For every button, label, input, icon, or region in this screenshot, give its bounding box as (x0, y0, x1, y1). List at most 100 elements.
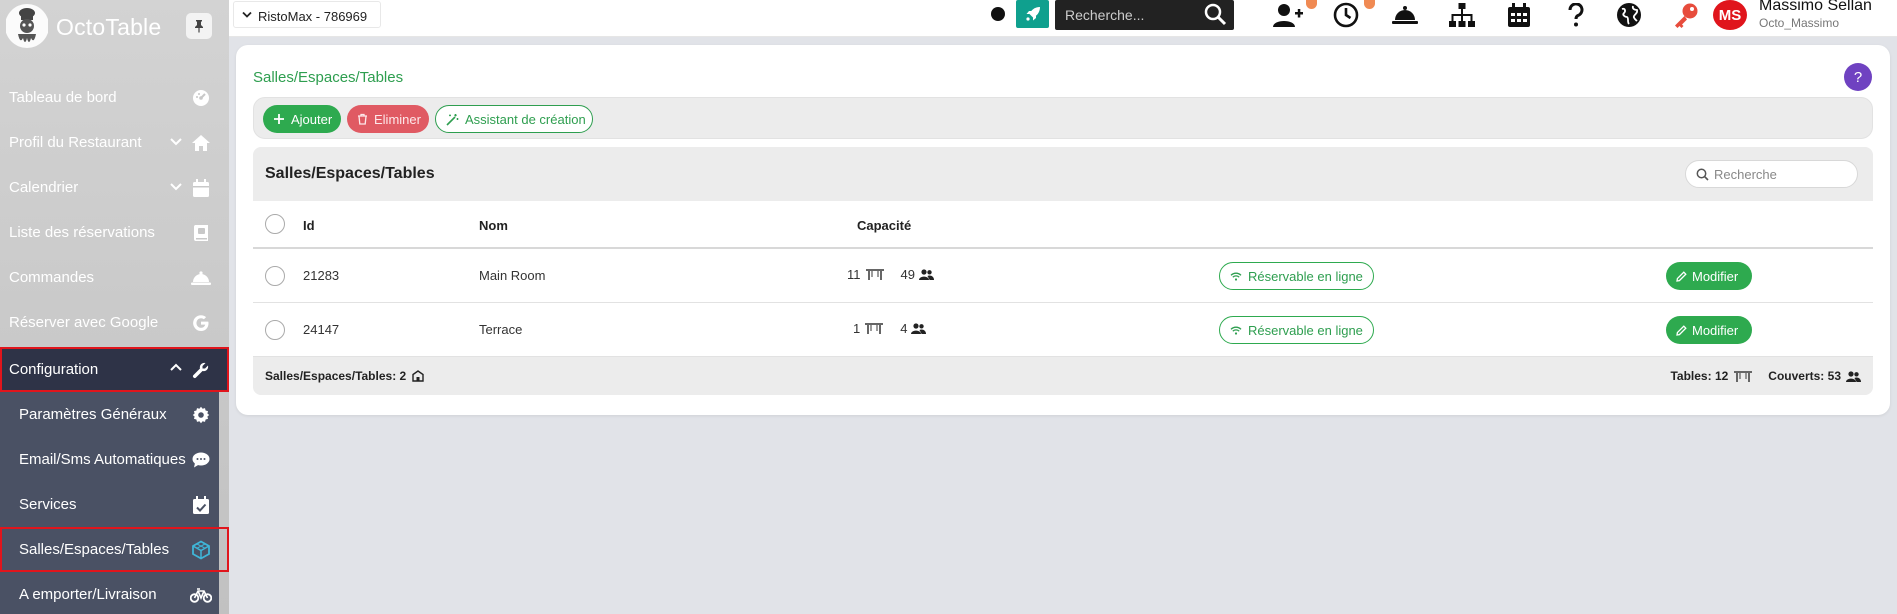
sidebar-item-google[interactable]: Réserver avec Google (0, 300, 229, 345)
sidebar-item-label: Tableau de bord (9, 89, 117, 106)
configuration-submenu: Paramètres Généraux Email/Sms Automatiqu… (0, 392, 229, 614)
restaurant-name: RistoMax - 786969 (258, 9, 368, 24)
sidebar-item-restaurant-profile[interactable]: Profil du Restaurant (0, 120, 229, 165)
sidebar-item-reservations[interactable]: Liste des réservations (0, 210, 229, 255)
cloche-icon (190, 267, 212, 289)
chevron-down-icon (242, 11, 252, 19)
sidebar-subitem-general-settings[interactable]: Paramètres Généraux (0, 392, 229, 437)
cube-icon (190, 539, 212, 561)
main-card: Salles/Espaces/Tables ? Ajouter Eliminer… (236, 45, 1890, 415)
sitemap-icon[interactable] (1446, 1, 1478, 29)
sidebar-subitem-rooms-tables[interactable]: Salles/Espaces/Tables (0, 527, 229, 572)
row-select-radio[interactable] (265, 320, 285, 340)
help-button[interactable]: ? (1844, 63, 1872, 91)
notification-badge (1306, 0, 1317, 9)
column-header-name[interactable]: Nom (479, 218, 508, 233)
edit-button[interactable]: Modifier (1666, 262, 1752, 290)
sidebar-item-calendar[interactable]: Calendrier (0, 165, 229, 210)
tables-count: 11 (847, 267, 861, 282)
row-name: Terrace (479, 322, 523, 337)
table-header: Id Nom Capacité (253, 201, 1873, 249)
sidebar-subitem-takeaway-delivery[interactable]: A emporter/Livraison (0, 572, 229, 614)
wifi-icon (1230, 272, 1242, 281)
add-button[interactable]: Ajouter (263, 105, 341, 133)
table-search-box (1685, 160, 1858, 188)
row-capacity: 11 49 (847, 267, 934, 282)
sidebar-item-label: Calendrier (9, 179, 79, 196)
tables-count: 1 (853, 321, 861, 336)
dashboard-gauge-icon (190, 87, 212, 109)
rocket-icon (1025, 6, 1041, 22)
rocket-button[interactable] (1016, 0, 1049, 28)
top-search-box (1055, 0, 1234, 30)
calendar-check-icon (190, 494, 212, 516)
covers-total: Couverts: 53 (1768, 369, 1841, 383)
people-icon (1846, 370, 1861, 382)
brand[interactable]: OctoTable (0, 0, 229, 54)
online-bookable-label: Réservable en ligne (1248, 268, 1363, 284)
chevron-up-icon (169, 360, 183, 374)
creation-wizard-label: Assistant de création (465, 111, 586, 127)
covers-count: 49 (900, 267, 915, 282)
user-login: Octo_Massimo (1759, 16, 1840, 30)
edit-button[interactable]: Modifier (1666, 316, 1752, 344)
globe-icon[interactable] (1613, 1, 1645, 29)
pin-icon[interactable] (186, 13, 212, 39)
sidebar-item-configuration[interactable]: Configuration (0, 347, 229, 392)
table-title: Salles/Espaces/Tables (265, 165, 435, 182)
brand-name: OctoTable (56, 14, 162, 40)
avatar[interactable]: MS (1713, 0, 1747, 30)
row-id: 21283 (303, 268, 340, 283)
top-search-input[interactable] (1055, 0, 1195, 30)
sidebar-subitem-services[interactable]: Services (0, 482, 229, 527)
people-icon (911, 323, 927, 334)
chevron-down-icon (169, 179, 183, 193)
table-icon (1733, 370, 1753, 383)
chevron-down-icon (169, 134, 183, 148)
question-icon[interactable] (1560, 1, 1592, 29)
sidebar-subitem-auto-email-sms[interactable]: Email/Sms Automatiques (0, 437, 229, 482)
search-icon[interactable] (1203, 2, 1227, 26)
column-header-id[interactable]: Id (303, 218, 315, 233)
table-search-input[interactable] (1714, 161, 1854, 187)
home-icon (190, 132, 212, 154)
pencil-icon (1676, 324, 1687, 336)
book-icon (190, 222, 212, 244)
online-bookable-toggle[interactable]: Réservable en ligne (1219, 262, 1374, 290)
delete-button[interactable]: Eliminer (347, 105, 429, 133)
key-icon[interactable] (1670, 1, 1702, 29)
user-name[interactable]: Massimo Sellan (1759, 0, 1872, 15)
magic-wand-icon (446, 113, 459, 126)
status-dot[interactable] (991, 7, 1005, 21)
sidebar-item-dashboard[interactable]: Tableau de bord (0, 75, 229, 120)
cloche-icon[interactable] (1389, 1, 1421, 29)
rooms-count: Salles/Espaces/Tables: 2 (265, 369, 424, 383)
creation-wizard-button[interactable]: Assistant de création (435, 105, 593, 133)
row-select-radio[interactable] (265, 266, 285, 286)
page-title: Salles/Espaces/Tables (253, 69, 404, 86)
sidebar: OctoTable Tableau de bord Profil du Rest… (0, 0, 229, 614)
restaurant-selector[interactable]: RistoMax - 786969 (233, 1, 381, 28)
table-icon (865, 268, 885, 281)
sidebar-item-label: Email/Sms Automatiques (19, 451, 186, 468)
table-row[interactable]: 21283 Main Room 11 49 Réservable en lign… (253, 249, 1873, 303)
table-row[interactable]: 24147 Terrace 1 4 Réservable en ligne Mo… (253, 303, 1873, 357)
sidebar-item-label: Commandes (9, 269, 95, 286)
column-header-capacity[interactable]: Capacité (857, 218, 911, 233)
add-user-icon[interactable] (1272, 1, 1304, 29)
covers-count: 4 (900, 321, 908, 336)
row-name: Main Room (479, 268, 546, 283)
sidebar-item-orders[interactable]: Commandes (0, 255, 229, 300)
clock-icon[interactable] (1330, 1, 1362, 29)
select-all-radio[interactable] (265, 214, 285, 234)
table-icon (864, 322, 884, 335)
row-id: 24147 (303, 322, 340, 337)
edit-button-label: Modifier (1692, 322, 1739, 338)
sidebar-item-label: Paramètres Généraux (19, 406, 167, 423)
online-bookable-toggle[interactable]: Réservable en ligne (1219, 316, 1374, 344)
sidebar-item-label: Services (19, 496, 77, 513)
calendar-icon[interactable] (1503, 1, 1535, 29)
wifi-icon (1230, 326, 1242, 335)
bicycle-icon (190, 584, 212, 606)
sidebar-item-label: Profil du Restaurant (9, 134, 142, 151)
